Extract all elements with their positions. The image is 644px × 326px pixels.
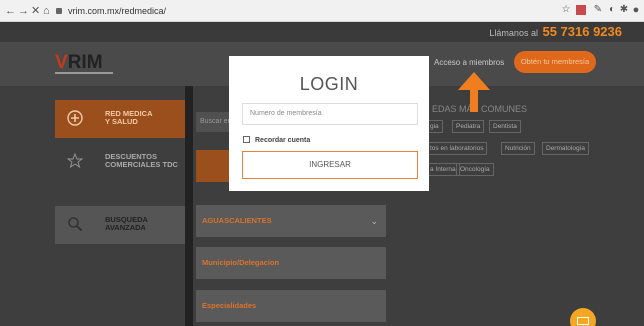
back-icon[interactable]: ← [5, 3, 16, 19]
dropdown-label: Municipio/Delegacion [202, 258, 280, 267]
sidebar-item-label: Y SALUD [105, 117, 138, 126]
call-us: Llámanos al 55 7316 9236 [489, 24, 622, 39]
url-text: vrim.com.mx/redmedica/ [68, 6, 167, 16]
modal-title: LOGIN [299, 74, 359, 94]
tag-item[interactable]: Dentista [489, 120, 521, 133]
logo-underline [55, 72, 113, 74]
checkbox-icon[interactable] [243, 136, 250, 143]
remember-label: Recordar cuenta [255, 137, 311, 144]
tag-item[interactable]: tos en laboratorios [426, 142, 488, 155]
plus-circle-icon [67, 110, 83, 126]
star-icon [67, 153, 83, 169]
acceso-link[interactable]: Acceso a miembros [434, 58, 504, 67]
mail-icon [577, 317, 589, 325]
login-modal: LOGIN Numero de membresía Recordar cuent… [229, 56, 429, 191]
tag-item[interactable]: Oncología [456, 163, 494, 176]
extension-icon[interactable] [576, 5, 586, 15]
browser-toolbar: ← → ✕ ⌂ vrim.com.mx/redmedica/ ☆ ✎ ◐ ✱ ● [0, 0, 644, 22]
star-icon[interactable]: ☆ [560, 4, 572, 16]
submit-button[interactable]: INGRESAR [242, 151, 418, 179]
sidebar-item-label: COMERCIALES TDC [105, 160, 178, 169]
close-icon[interactable]: ✕ [31, 3, 40, 19]
chevron-down-icon: ⌄ [370, 216, 378, 226]
sidebar-item-busqueda[interactable]: BUSQUEDA AVANZADA [55, 206, 185, 244]
home-icon[interactable]: ⌂ [43, 3, 50, 19]
lock-icon [56, 8, 62, 14]
obten-button[interactable]: Obtén tu membresía [514, 51, 596, 73]
logo-v: V [55, 52, 68, 73]
tag-item[interactable]: Dermatología [542, 142, 590, 155]
sidebar-item-red-medica[interactable]: RED MEDICA Y SALUD [55, 100, 185, 138]
dropdown-label: Especialidades [202, 301, 257, 310]
tag-item[interactable]: Pediatra [452, 120, 485, 133]
tag-item[interactable]: a Interna [426, 163, 460, 176]
logo-rest: RIM [67, 52, 103, 73]
puzzle-icon[interactable]: ✱ [618, 4, 630, 16]
remember-checkbox[interactable]: Recordar cuenta [243, 136, 310, 144]
dropdown-label: AGUASCALIENTES [202, 216, 272, 225]
profile-icon[interactable]: ● [630, 4, 642, 16]
extension-icon[interactable]: ◐ [606, 4, 618, 16]
sidebar-item-descuentos[interactable]: DESCUENTOS COMERCIALES TDC [55, 143, 185, 181]
search-icon [68, 217, 83, 232]
forward-icon[interactable]: → [18, 3, 29, 19]
membership-input[interactable]: Numero de membresía [242, 103, 418, 125]
especialidades-dropdown[interactable]: Especialidades [196, 290, 386, 322]
divider [185, 86, 193, 326]
logo[interactable]: VRIM [55, 52, 103, 74]
address-bar[interactable]: vrim.com.mx/redmedica/ [56, 3, 356, 19]
extension-icon[interactable]: ✎ [592, 4, 604, 16]
municipio-dropdown[interactable]: Municipio/Delegacion [196, 247, 386, 279]
arrow-stem [470, 86, 478, 112]
sidebar-item-label: AVANZADA [105, 223, 146, 232]
call-label: Llámanos al [489, 28, 538, 38]
busquedas-heading: EDAS MÁS COMUNES [432, 104, 528, 114]
estado-dropdown[interactable]: AGUASCALIENTES ⌄ [196, 205, 386, 237]
tag-item[interactable]: Nutrición [501, 142, 535, 155]
phone-number[interactable]: 55 7316 9236 [542, 24, 622, 39]
